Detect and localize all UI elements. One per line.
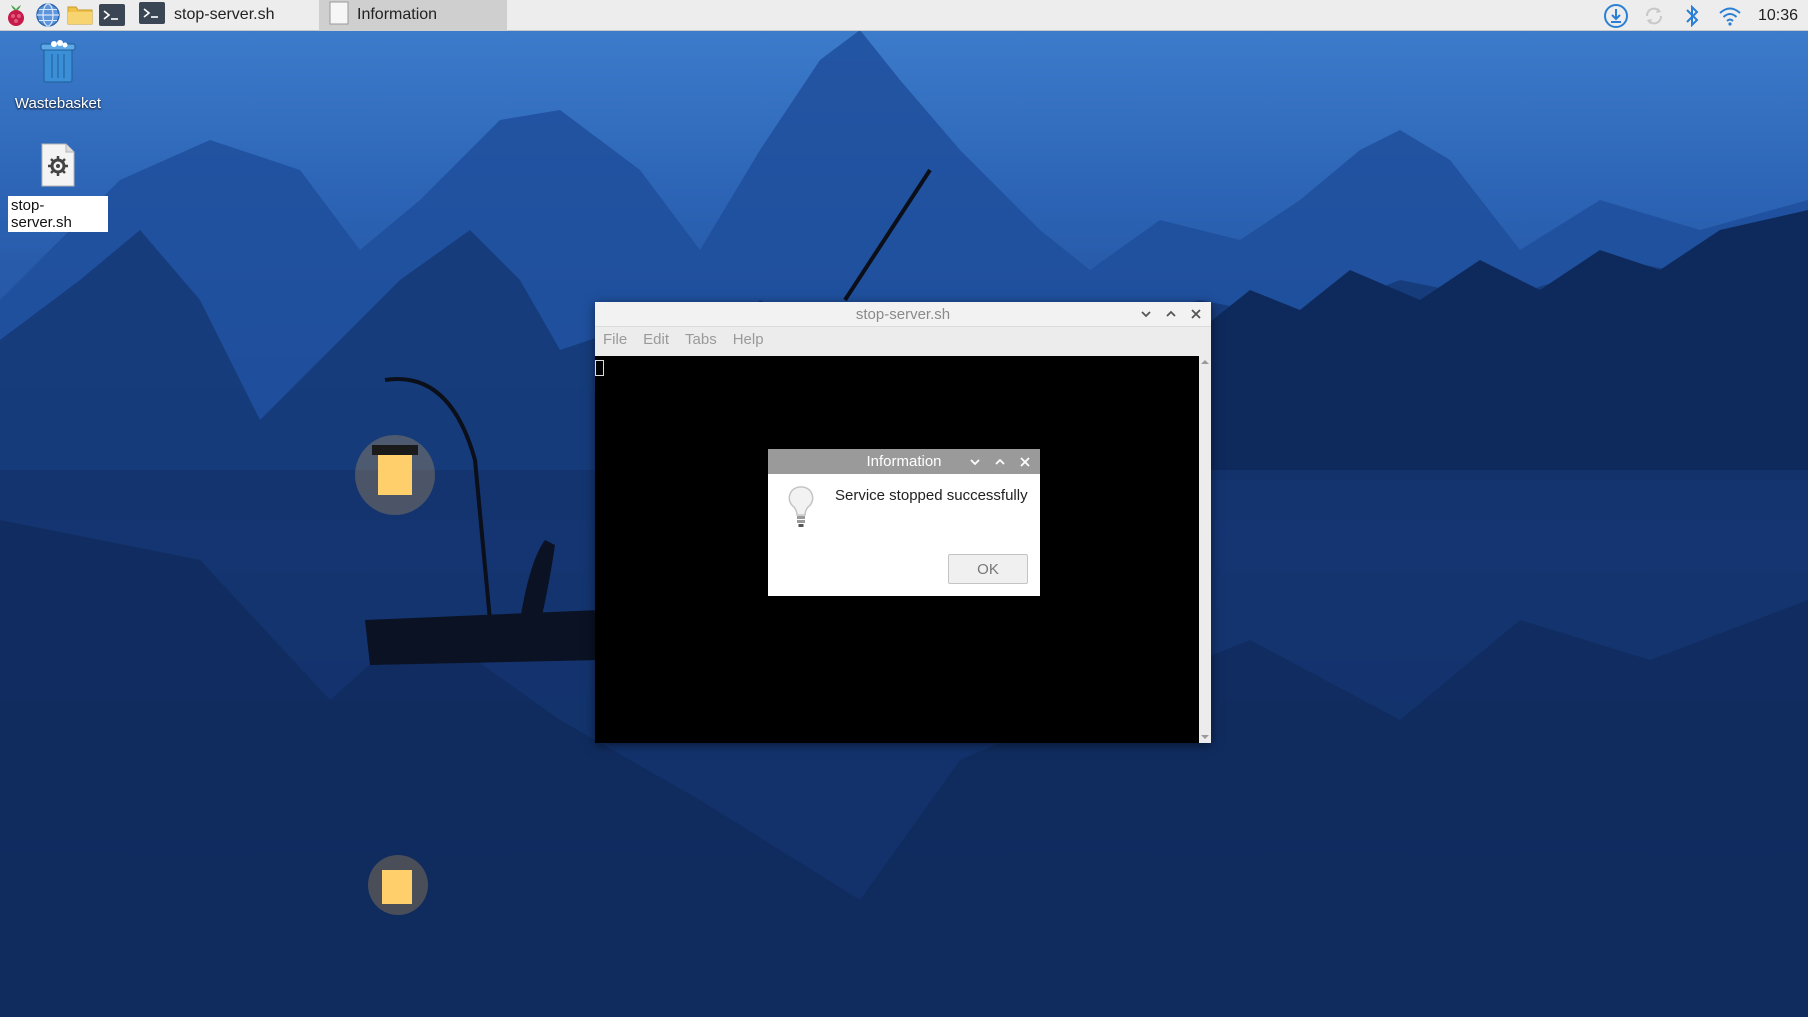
trash-icon [36,38,80,90]
task-button-information[interactable]: Information [319,0,507,31]
task-label: stop-server.sh [174,6,275,23]
terminal-scrollbar[interactable] [1199,356,1211,743]
chevron-up-icon [1166,310,1176,317]
clock[interactable]: 10:36 [1758,7,1798,25]
update-download-icon[interactable] [1602,2,1630,30]
network-sync-icon[interactable] [1640,2,1668,30]
minimize-button[interactable] [966,453,984,471]
desktop-icon-label: Wastebasket [14,95,102,112]
close-icon [1191,309,1201,319]
bluetooth-icon[interactable] [1678,2,1706,30]
menu-help[interactable]: Help [733,331,764,348]
menu-edit[interactable]: Edit [643,331,669,348]
menu-file[interactable]: File [603,331,627,348]
dialog-titlebar[interactable]: Information [768,449,1040,474]
terminal-icon[interactable] [96,0,128,31]
wifi-icon[interactable] [1716,2,1744,30]
dialog-title: Information [866,453,942,470]
terminal-titlebar[interactable]: stop-server.sh [595,302,1211,327]
window-icon [329,1,349,30]
desktop-icon-label: stop-server.sh [8,196,108,232]
system-tray: 10:36 [1602,0,1808,31]
desktop-icon-wastebasket[interactable]: Wastebasket [8,38,108,113]
ok-button[interactable]: OK [948,554,1028,584]
top-panel: stop-server.sh Information 10:36 [0,0,1808,31]
window-title: stop-server.sh [855,305,951,323]
information-dialog[interactable]: Information Service stopped successfully… [768,449,1040,596]
lightbulb-icon [786,484,816,535]
close-button[interactable] [1016,453,1034,471]
minimize-button[interactable] [1137,305,1155,323]
terminal-icon [138,1,166,30]
terminal-cursor [595,360,604,376]
close-icon [1020,456,1030,467]
menu-tabs[interactable]: Tabs [685,331,717,348]
scroll-up-icon [1201,360,1209,364]
web-browser-icon[interactable] [32,0,64,31]
file-manager-icon[interactable] [64,0,96,31]
maximize-button[interactable] [1162,305,1180,323]
raspberry-menu-icon[interactable] [0,0,32,31]
scroll-down-icon [1201,735,1209,739]
chevron-down-icon [1141,311,1151,318]
chevron-up-icon [995,458,1005,465]
close-button[interactable] [1187,305,1205,323]
script-file-icon [40,142,76,192]
dialog-message: Service stopped successfully [835,487,1028,504]
task-label: Information [357,6,438,23]
chevron-down-icon [970,458,980,465]
desktop-icon-stop-server[interactable]: stop-server.sh [8,142,108,232]
maximize-button[interactable] [991,453,1009,471]
terminal-menubar: File Edit Tabs Help [595,327,1211,352]
task-button-stop-server[interactable]: stop-server.sh [134,0,319,31]
